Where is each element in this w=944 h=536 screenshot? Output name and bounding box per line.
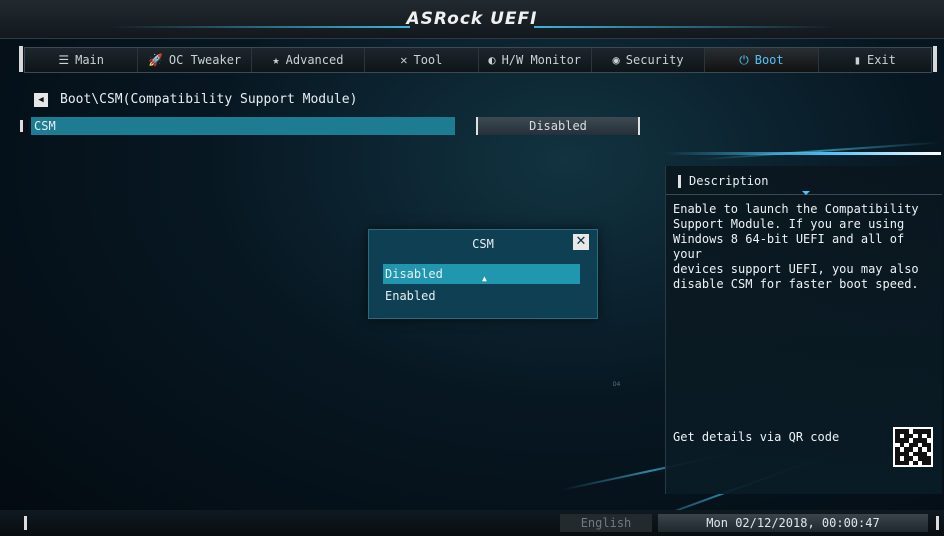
tools-icon: ✕	[400, 53, 408, 67]
tab-label: Tool	[413, 53, 443, 67]
shield-icon: ◉	[612, 53, 620, 67]
tab-label: Main	[75, 53, 105, 67]
tab-advanced[interactable]: ★ Advanced	[251, 48, 366, 72]
desc-heading: Description	[689, 174, 769, 188]
setting-label: CSM	[34, 119, 56, 133]
tab-label: Boot	[754, 53, 784, 67]
star-icon: ★	[272, 53, 280, 67]
popup-title: CSM	[472, 237, 494, 251]
csm-select-popup: CSM ✕ Disabled Enabled ▲	[368, 229, 598, 319]
tab-security[interactable]: ◉ Security	[591, 48, 706, 72]
mouse-cursor-icon: ▲	[482, 274, 487, 283]
tab-label: Exit	[866, 53, 896, 67]
breadcrumb: ◀ Boot\CSM(Compatibility Support Module)	[34, 92, 357, 107]
qr-code-icon	[893, 427, 933, 467]
header-decor-right	[534, 26, 834, 28]
setting-value-csm[interactable]: Disabled	[476, 117, 640, 135]
datetime-display: Mon 02/12/2018, 00:00:47	[658, 514, 928, 532]
header-bar: ASRock UEFI	[0, 0, 944, 39]
close-icon[interactable]: ✕	[573, 234, 589, 250]
tab-label: OC Tweaker	[168, 53, 242, 67]
row-marker	[20, 120, 23, 132]
desc-header-bar	[678, 174, 681, 188]
monitor-icon: ◐	[488, 53, 496, 67]
footer-marker-left	[24, 516, 27, 530]
small-label: D4	[613, 381, 621, 388]
description-panel: Description Enable to launch the Compati…	[665, 166, 942, 494]
tab-oc-tweaker[interactable]: 🚀 OC Tweaker	[138, 48, 252, 72]
list-icon: ☰	[58, 53, 70, 67]
option-enabled[interactable]: Enabled	[383, 286, 580, 306]
rocket-icon: 🚀	[147, 53, 163, 67]
desc-divider	[666, 191, 942, 195]
footer-marker-right	[936, 516, 939, 530]
desc-header: Description	[678, 174, 768, 188]
exit-icon: ▮	[853, 53, 861, 67]
language-selector[interactable]: English	[560, 514, 652, 532]
tab-exit[interactable]: ▮ Exit	[818, 48, 931, 72]
qr-label: Get details via QR code	[673, 430, 840, 444]
setting-row-csm[interactable]: CSM	[31, 117, 455, 135]
footer-bar: English Mon 02/12/2018, 00:00:47	[0, 510, 944, 536]
desc-text: Enable to launch the Compatibility Suppo…	[673, 202, 919, 291]
tab-hw-monitor[interactable]: ◐ H/W Monitor	[478, 48, 592, 72]
tab-boot[interactable]: ⏻ Boot	[705, 48, 819, 72]
power-icon: ⏻	[739, 53, 749, 67]
tab-tool[interactable]: ✕ Tool	[365, 48, 479, 72]
decor-streak	[700, 141, 940, 161]
back-arrow-icon[interactable]: ◀	[34, 92, 48, 107]
tab-label: H/W Monitor	[501, 53, 582, 67]
main-tabs: ☰ Main 🚀 OC Tweaker ★ Advanced ✕ Tool ◐ …	[19, 46, 937, 73]
tab-label: Security	[625, 53, 684, 67]
tab-label: Advanced	[285, 53, 344, 67]
desc-top-accent	[665, 152, 941, 155]
tab-main[interactable]: ☰ Main	[25, 48, 139, 72]
breadcrumb-path: Boot\CSM(Compatibility Support Module)	[60, 92, 358, 107]
